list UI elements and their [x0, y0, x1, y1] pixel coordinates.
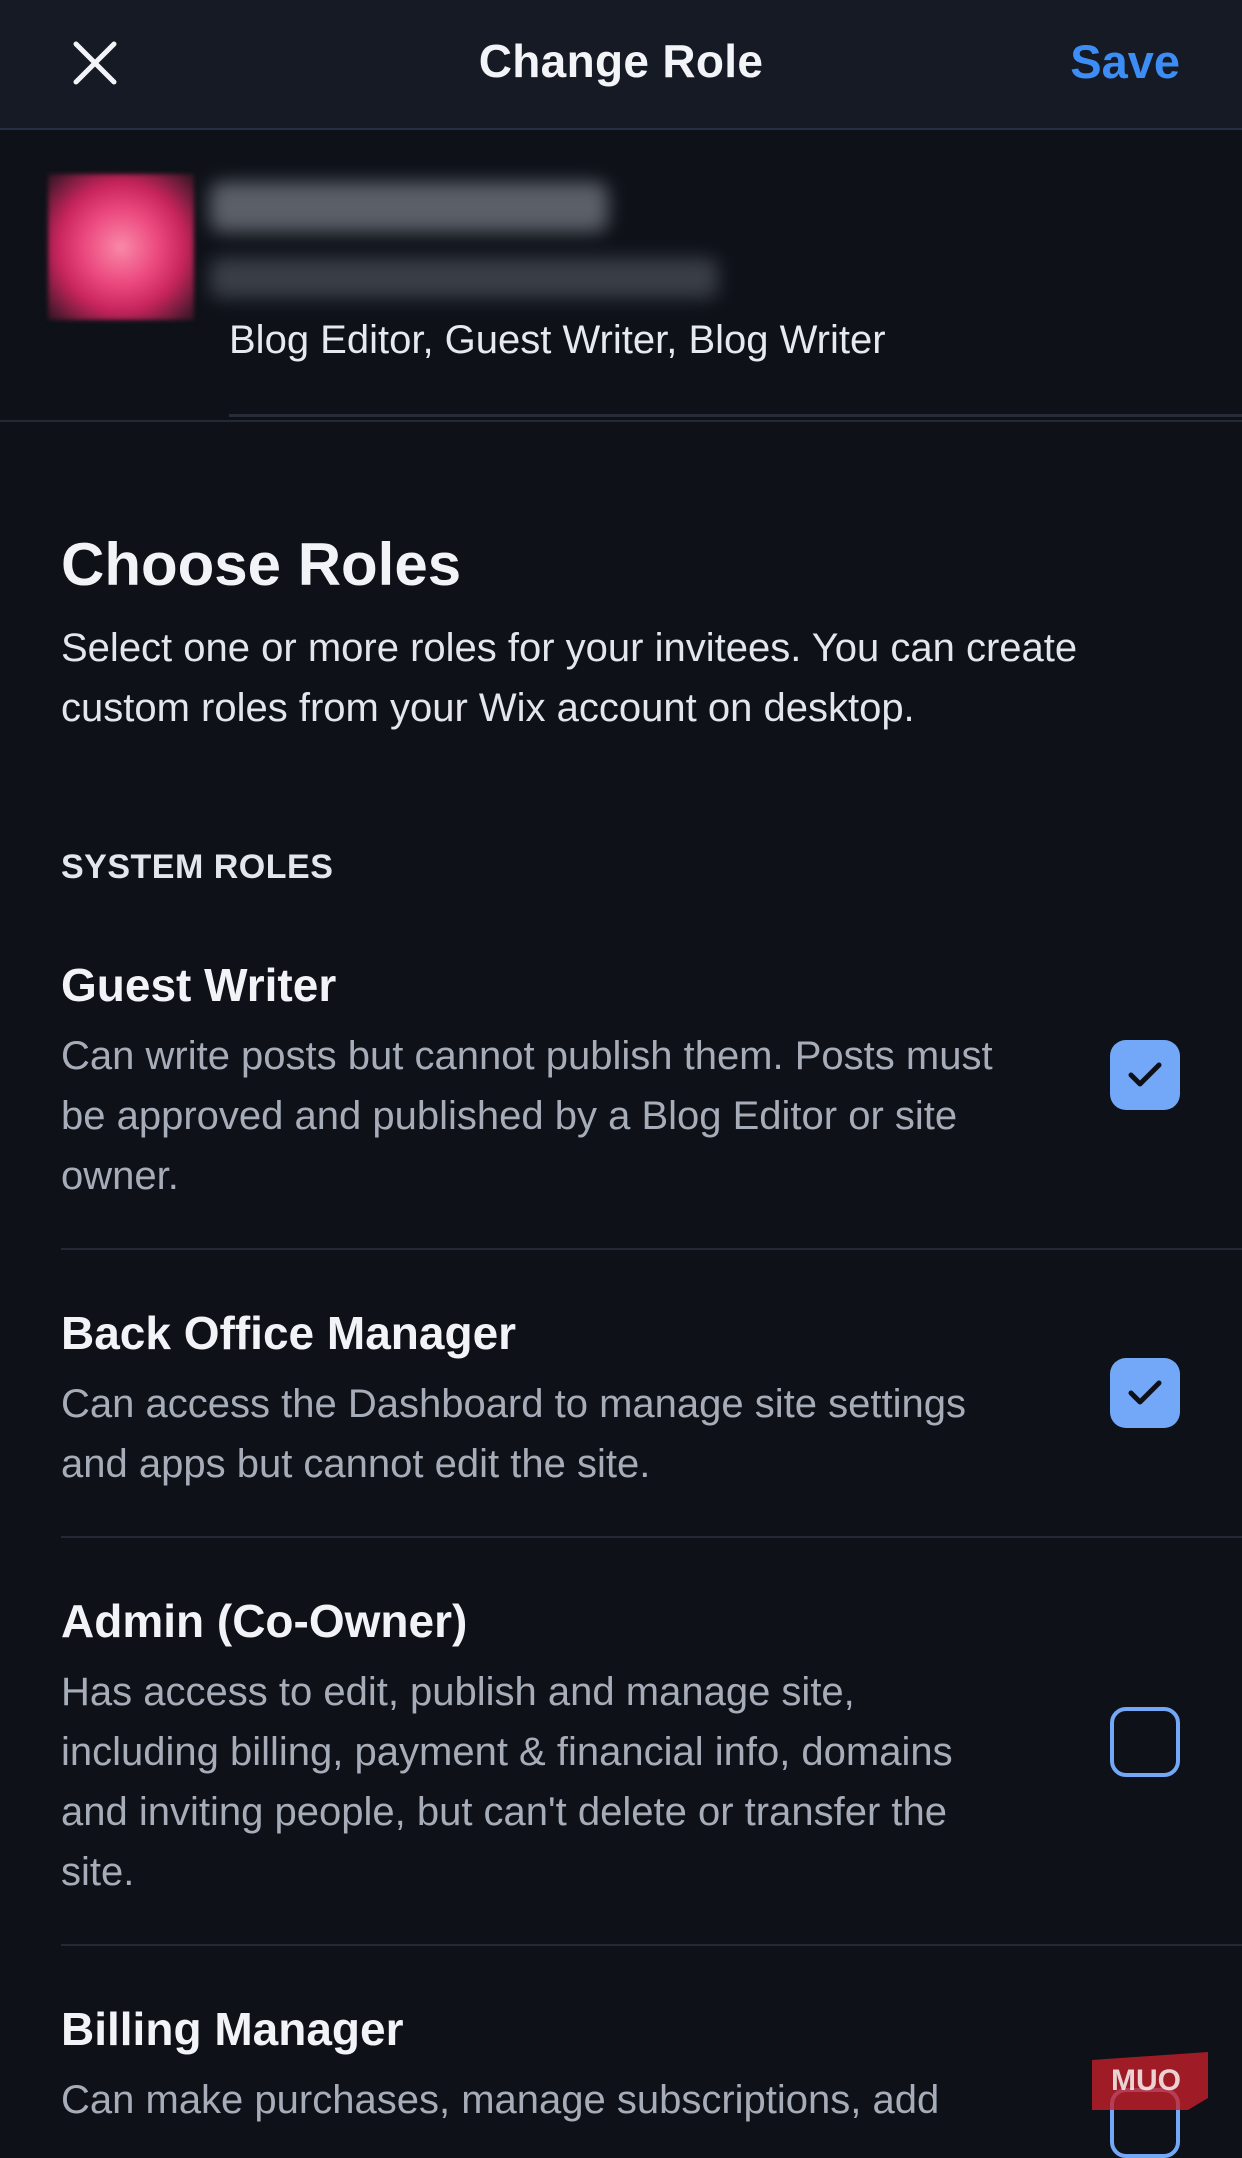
muo-watermark-logo: MUO: [1092, 2052, 1208, 2110]
role-item-billing-manager[interactable]: Billing Manager Can make purchases, mana…: [61, 2002, 1242, 2130]
divider: [0, 420, 1242, 422]
page-title: Change Role: [478, 35, 764, 87]
section-description: Select one or more roles for your invite…: [61, 626, 1078, 730]
checkbox-back-office-manager[interactable]: [1110, 1358, 1180, 1428]
role-description: Can make purchases, manage subscriptions…: [61, 2078, 940, 2122]
role-description: Can write posts but cannot publish them.…: [61, 1034, 993, 1198]
role-item-admin-co-owner[interactable]: Admin (Co-Owner) Has access to edit, pub…: [61, 1594, 1242, 1902]
role-title: Guest Writer: [61, 959, 337, 1011]
current-roles: Blog Editor, Guest Writer, Blog Writer: [229, 318, 886, 362]
svg-text:MUO: MUO: [1111, 2064, 1181, 2097]
user-card: Blog Editor, Guest Writer, Blog Writer: [0, 130, 1242, 422]
divider: [61, 1944, 1242, 1946]
section-title: Choose Roles: [61, 531, 462, 598]
role-description: Can access the Dashboard to manage site …: [61, 1382, 966, 1486]
divider: [229, 414, 1242, 417]
divider: [61, 1248, 1242, 1250]
save-button[interactable]: Save: [1070, 34, 1180, 89]
role-title: Back Office Manager: [61, 1307, 517, 1359]
checkbox-admin-co-owner[interactable]: [1110, 1707, 1180, 1777]
role-description: Has access to edit, publish and manage s…: [61, 1670, 953, 1894]
checkmark-icon: [1128, 1380, 1162, 1405]
avatar: [48, 174, 194, 320]
blurred-user-name: [210, 182, 608, 232]
checkbox-guest-writer[interactable]: [1110, 1040, 1180, 1110]
role-title: Admin (Co-Owner): [61, 1595, 468, 1647]
checkmark-icon: [1128, 1062, 1162, 1087]
role-item-guest-writer[interactable]: Guest Writer Can write posts but cannot …: [61, 958, 1242, 1206]
role-title: Billing Manager: [61, 2003, 404, 2055]
top-bar: Change Role Save: [0, 0, 1242, 130]
role-item-back-office-manager[interactable]: Back Office Manager Can access the Dashb…: [61, 1306, 1242, 1494]
divider: [61, 1536, 1242, 1538]
blurred-user-email: [210, 258, 718, 298]
system-roles-label: SYSTEM ROLES: [61, 848, 334, 886]
